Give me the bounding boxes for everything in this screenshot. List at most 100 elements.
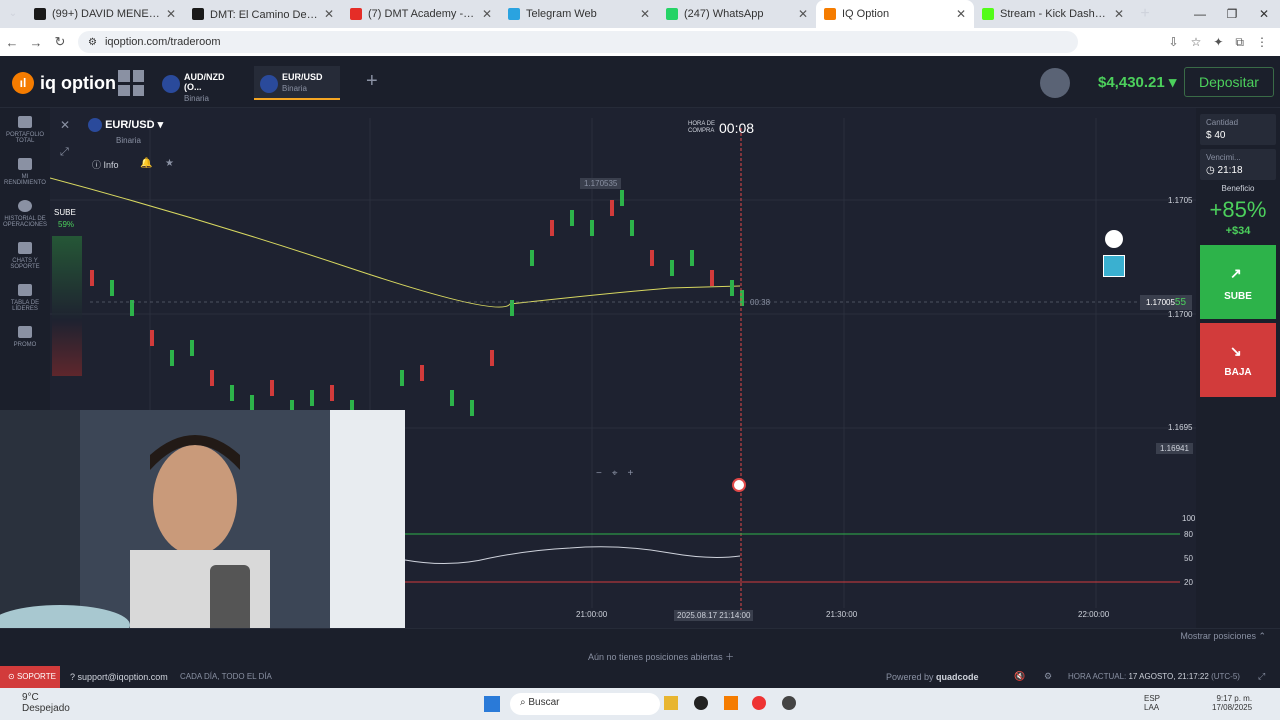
time-tick-label: 22:00:00 [1078, 610, 1110, 619]
zoom-in-icon[interactable]: + [627, 468, 633, 479]
pin-icon[interactable] [1105, 230, 1123, 248]
maximize-button[interactable]: ❐ [1216, 0, 1248, 28]
install-icon[interactable]: ⇩ [1169, 35, 1179, 50]
support-button[interactable]: ⊙ SOPORTE [0, 666, 60, 688]
candle [730, 280, 734, 296]
info-label: Info [103, 160, 119, 170]
add-asset-button[interactable]: + [366, 70, 378, 93]
tab-search-icon[interactable]: ⌄ [0, 0, 26, 28]
url-field[interactable]: ⚙ iqoption.com/traderoom [78, 31, 1078, 53]
show-positions-label: Mostrar posiciones [1180, 631, 1256, 641]
tab-close-icon[interactable]: ✕ [956, 7, 966, 21]
site-info-icon[interactable]: ⚙ [88, 37, 97, 48]
bookmark-star-icon[interactable]: ☆ [1191, 35, 1202, 50]
expiry-value-row: ◷ 21:18 [1206, 165, 1270, 176]
expiry-field[interactable]: Vencimi... ◷ 21:18 [1200, 149, 1276, 180]
expand-icon[interactable]: ⤢ [60, 146, 74, 160]
settings-gear-icon[interactable]: ⚙ [1044, 671, 1052, 682]
sidebar-item-leaders[interactable]: TABLA DE LÍDERES [0, 284, 50, 312]
baja-button[interactable]: ↘ BAJA [1200, 323, 1276, 397]
sidebar-item-history[interactable]: HISTORIAL DE OPERACIONES [0, 200, 50, 228]
sidebar-item-chats[interactable]: CHATS Y SOPORTE [0, 242, 50, 270]
iqoption-logo[interactable]: ıl iq option [12, 72, 116, 94]
asset-tab-audnzd[interactable]: AUD/NZD (O... Binaria [156, 66, 242, 103]
iqoption-taskbar-icon[interactable] [724, 696, 738, 710]
asset-tab-eurusd[interactable]: EUR/USD Binaria [254, 66, 340, 100]
tab-close-icon[interactable]: ✕ [640, 7, 650, 21]
browser-tab[interactable]: IQ Option ✕ [816, 0, 974, 28]
candle [230, 385, 234, 401]
new-tab-button[interactable]: + [1132, 0, 1158, 28]
favorite-star-icon[interactable]: ★ [165, 158, 174, 169]
fullscreen-icon[interactable]: ⤢ [1258, 671, 1265, 682]
current-price-value: 1.17005 [1146, 298, 1175, 307]
alert-bell-icon[interactable]: 🔔 [140, 158, 152, 169]
assets-grid-button[interactable] [118, 70, 144, 96]
browser-tab[interactable]: Stream - Kick Dashboard ✕ [974, 0, 1132, 28]
reload-icon[interactable]: ↻ [48, 34, 72, 50]
tab-favicon-icon [350, 8, 362, 20]
mute-icon[interactable]: 🔇 [1014, 671, 1025, 682]
info-button[interactable]: ⓘ Info [92, 158, 119, 171]
amount-field[interactable]: Cantidad $ 40 [1200, 114, 1276, 145]
tab-close-icon[interactable]: ✕ [482, 7, 492, 21]
support-email[interactable]: ? support@iqoption.com [70, 672, 168, 682]
current-time: HORA ACTUAL: 17 AGOSTO, 21:17:22 (UTC-5) [1068, 672, 1240, 681]
sidebar-item-portfolio[interactable]: PORTAFOLIO TOTAL [0, 116, 50, 144]
tab-close-icon[interactable]: ✕ [798, 7, 808, 21]
taskbar-search[interactable]: ⌕ Buscar [510, 693, 660, 715]
puzzle-icon[interactable]: ⧉ [1235, 35, 1244, 50]
powered-by: Powered by quadcode [886, 672, 979, 682]
file-explorer-icon[interactable] [664, 696, 678, 710]
chat-widget-icon[interactable] [1103, 255, 1125, 277]
chat-icon [18, 242, 32, 254]
browser-tab[interactable]: Telegram Web ✕ [500, 0, 658, 28]
chrome-icon[interactable] [752, 696, 766, 710]
obs-icon[interactable] [782, 696, 796, 710]
tab-favicon-icon [666, 8, 678, 20]
back-icon[interactable]: ← [0, 35, 24, 50]
sidebar-item-promo[interactable]: PROMO [0, 326, 50, 348]
close-chart-icon[interactable]: ✕ [60, 118, 74, 132]
deposit-button[interactable]: Depositar [1184, 67, 1274, 97]
tab-close-icon[interactable]: ✕ [166, 7, 176, 21]
candle [670, 260, 674, 276]
browser-tab[interactable]: (7) DMT Academy - YouTube ✕ [342, 0, 500, 28]
taskbar-clock[interactable]: 9:17 p. m. 17/08/2025 [1212, 694, 1252, 712]
chart-asset-selector[interactable]: EUR/USD ▾ [88, 118, 163, 133]
weather-widget[interactable]: 9°C Despejado [22, 692, 70, 714]
sidebar-item-performance[interactable]: MI RENDIMIENTO [0, 158, 50, 186]
add-position-icon[interactable]: ＋ [725, 652, 734, 662]
browser-tab[interactable]: (99+) DAVID MENESES TRADER ✕ [26, 0, 184, 28]
avatar[interactable] [1040, 68, 1070, 98]
amount-value: $ 40 [1206, 130, 1226, 141]
candle [490, 350, 494, 366]
forward-icon[interactable]: → [24, 35, 48, 50]
start-icon[interactable] [484, 696, 500, 712]
tab-close-icon[interactable]: ✕ [1114, 7, 1124, 21]
close-window-button[interactable]: ✕ [1248, 0, 1280, 28]
sidebar-item-label: MI RENDIMIENTO [4, 174, 46, 186]
language-indicator[interactable]: ESP LAA [1144, 694, 1160, 712]
extension-icon[interactable]: ✦ [1213, 35, 1223, 50]
app-icon[interactable] [694, 696, 708, 710]
current-time-value: 17 AGOSTO, 21:17:22 [1128, 672, 1209, 681]
trend-up-icon: ↗ [1230, 265, 1242, 281]
candle [250, 395, 254, 411]
eurusd-flag-icon [260, 75, 278, 93]
candle [470, 400, 474, 416]
baja-label: BAJA [1224, 367, 1252, 378]
zoom-reset-icon[interactable]: ⌖ [612, 468, 618, 479]
candle [690, 250, 694, 266]
browser-tab[interactable]: (247) WhatsApp ✕ [658, 0, 816, 28]
browser-tab[interactable]: DMT: El Camino Del Trader 💰 🏦 ✕ [184, 0, 342, 28]
zoom-out-icon[interactable]: − [596, 468, 602, 479]
sube-button[interactable]: ↗ SUBE [1200, 245, 1276, 319]
tab-close-icon[interactable]: ✕ [324, 7, 334, 21]
balance[interactable]: $4,430.21 ▾ [1098, 73, 1176, 91]
show-positions-toggle[interactable]: Mostrar posiciones ⌃ [1180, 631, 1266, 642]
sentiment-sube-label: SUBE [54, 208, 76, 217]
audnzd-flag-icon [162, 75, 180, 93]
menu-icon[interactable]: ⋮ [1256, 35, 1268, 50]
minimize-button[interactable]: — [1184, 0, 1216, 28]
